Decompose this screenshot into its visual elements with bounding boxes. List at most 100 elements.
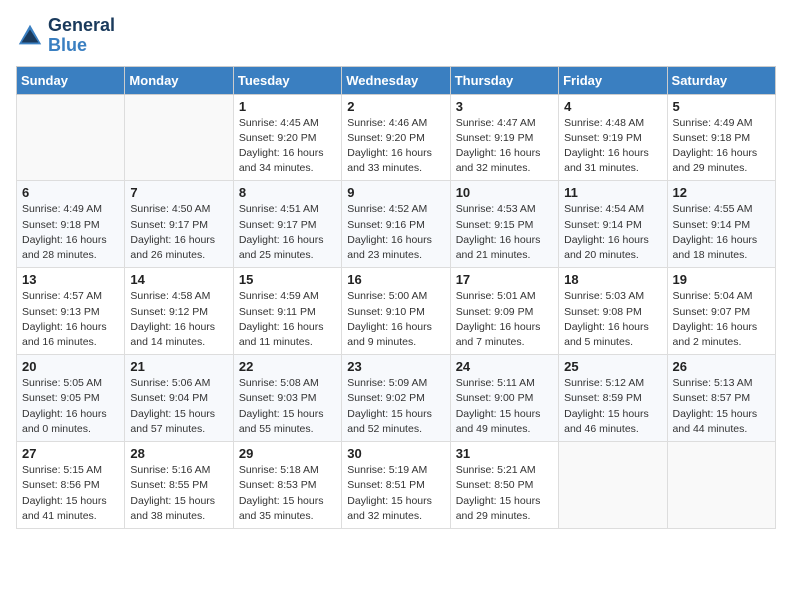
- calendar-cell: 29 Sunrise: 5:18 AM Sunset: 8:53 PM Dayli…: [233, 442, 341, 529]
- day-header-tuesday: Tuesday: [233, 66, 341, 94]
- day-header-saturday: Saturday: [667, 66, 775, 94]
- day-number: 24: [456, 359, 553, 374]
- day-detail: Sunrise: 5:05 AM Sunset: 9:05 PM Dayligh…: [22, 376, 119, 437]
- day-detail: Sunrise: 4:59 AM Sunset: 9:11 PM Dayligh…: [239, 289, 336, 350]
- day-detail: Sunrise: 4:57 AM Sunset: 9:13 PM Dayligh…: [22, 289, 119, 350]
- day-number: 20: [22, 359, 119, 374]
- calendar-cell: 13 Sunrise: 4:57 AM Sunset: 9:13 PM Dayli…: [17, 268, 125, 355]
- day-header-wednesday: Wednesday: [342, 66, 450, 94]
- day-number: 19: [673, 272, 770, 287]
- day-number: 9: [347, 185, 444, 200]
- calendar-cell: 15Sunrise: 4:59 AM Sunset: 9:11 PM Dayli…: [233, 268, 341, 355]
- day-detail: Sunrise: 4:49 AM Sunset: 9:18 PM Dayligh…: [673, 116, 770, 177]
- calendar-cell: 19 Sunrise: 5:04 AM Sunset: 9:07 PM Dayli…: [667, 268, 775, 355]
- calendar-cell: 22Sunrise: 5:08 AM Sunset: 9:03 PM Dayli…: [233, 355, 341, 442]
- day-detail: Sunrise: 5:00 AM Sunset: 9:10 PM Dayligh…: [347, 289, 444, 350]
- day-detail: Sunrise: 5:19 AM Sunset: 8:51 PM Dayligh…: [347, 463, 444, 524]
- day-detail: Sunrise: 5:04 AM Sunset: 9:07 PM Dayligh…: [673, 289, 770, 350]
- calendar-cell: [667, 442, 775, 529]
- calendar-cell: 17 Sunrise: 5:01 AM Sunset: 9:09 PM Dayli…: [450, 268, 558, 355]
- day-detail: Sunrise: 5:01 AM Sunset: 9:09 PM Dayligh…: [456, 289, 553, 350]
- calendar-cell: 9Sunrise: 4:52 AM Sunset: 9:16 PM Daylig…: [342, 181, 450, 268]
- calendar-cell: 27 Sunrise: 5:15 AM Sunset: 8:56 PM Dayli…: [17, 442, 125, 529]
- calendar-cell: 10 Sunrise: 4:53 AM Sunset: 9:15 PM Dayli…: [450, 181, 558, 268]
- calendar-cell: [125, 94, 233, 181]
- day-number: 2: [347, 99, 444, 114]
- week-row-3: 13 Sunrise: 4:57 AM Sunset: 9:13 PM Dayli…: [17, 268, 776, 355]
- day-number: 27: [22, 446, 119, 461]
- day-detail: Sunrise: 5:03 AM Sunset: 9:08 PM Dayligh…: [564, 289, 661, 350]
- day-detail: Sunrise: 5:12 AM Sunset: 8:59 PM Dayligh…: [564, 376, 661, 437]
- week-row-2: 6 Sunrise: 4:49 AM Sunset: 9:18 PM Daylig…: [17, 181, 776, 268]
- day-detail: Sunrise: 5:06 AM Sunset: 9:04 PM Dayligh…: [130, 376, 227, 437]
- day-number: 28: [130, 446, 227, 461]
- calendar-body: 1 Sunrise: 4:45 AM Sunset: 9:20 PM Daylig…: [17, 94, 776, 528]
- calendar-cell: 14Sunrise: 4:58 AM Sunset: 9:12 PM Dayli…: [125, 268, 233, 355]
- day-number: 31: [456, 446, 553, 461]
- calendar-cell: 24Sunrise: 5:11 AM Sunset: 9:00 PM Dayli…: [450, 355, 558, 442]
- day-header-monday: Monday: [125, 66, 233, 94]
- calendar-cell: 8 Sunrise: 4:51 AM Sunset: 9:17 PM Daylig…: [233, 181, 341, 268]
- week-row-5: 27 Sunrise: 5:15 AM Sunset: 8:56 PM Dayli…: [17, 442, 776, 529]
- calendar-cell: 20 Sunrise: 5:05 AM Sunset: 9:05 PM Dayli…: [17, 355, 125, 442]
- week-row-4: 20 Sunrise: 5:05 AM Sunset: 9:05 PM Dayli…: [17, 355, 776, 442]
- day-number: 17: [456, 272, 553, 287]
- day-detail: Sunrise: 5:21 AM Sunset: 8:50 PM Dayligh…: [456, 463, 553, 524]
- calendar-cell: 12Sunrise: 4:55 AM Sunset: 9:14 PM Dayli…: [667, 181, 775, 268]
- calendar-cell: 30Sunrise: 5:19 AM Sunset: 8:51 PM Dayli…: [342, 442, 450, 529]
- calendar-cell: 1 Sunrise: 4:45 AM Sunset: 9:20 PM Daylig…: [233, 94, 341, 181]
- calendar-cell: 2 Sunrise: 4:46 AM Sunset: 9:20 PM Daylig…: [342, 94, 450, 181]
- calendar-cell: 6 Sunrise: 4:49 AM Sunset: 9:18 PM Daylig…: [17, 181, 125, 268]
- calendar-cell: 4 Sunrise: 4:48 AM Sunset: 9:19 PM Daylig…: [559, 94, 667, 181]
- day-number: 5: [673, 99, 770, 114]
- logo-icon: [16, 22, 44, 50]
- day-header-sunday: Sunday: [17, 66, 125, 94]
- day-number: 12: [673, 185, 770, 200]
- day-detail: Sunrise: 5:15 AM Sunset: 8:56 PM Dayligh…: [22, 463, 119, 524]
- logo: General Blue: [16, 16, 115, 56]
- day-detail: Sunrise: 4:45 AM Sunset: 9:20 PM Dayligh…: [239, 116, 336, 177]
- calendar-cell: 18Sunrise: 5:03 AM Sunset: 9:08 PM Dayli…: [559, 268, 667, 355]
- day-number: 14: [130, 272, 227, 287]
- day-number: 26: [673, 359, 770, 374]
- calendar-header-row: SundayMondayTuesdayWednesdayThursdayFrid…: [17, 66, 776, 94]
- day-number: 6: [22, 185, 119, 200]
- day-number: 1: [239, 99, 336, 114]
- calendar-table: SundayMondayTuesdayWednesdayThursdayFrid…: [16, 66, 776, 529]
- day-detail: Sunrise: 4:49 AM Sunset: 9:18 PM Dayligh…: [22, 202, 119, 263]
- calendar-cell: 31 Sunrise: 5:21 AM Sunset: 8:50 PM Dayli…: [450, 442, 558, 529]
- calendar-cell: 28 Sunrise: 5:16 AM Sunset: 8:55 PM Dayli…: [125, 442, 233, 529]
- day-number: 25: [564, 359, 661, 374]
- day-number: 13: [22, 272, 119, 287]
- day-detail: Sunrise: 4:46 AM Sunset: 9:20 PM Dayligh…: [347, 116, 444, 177]
- day-number: 29: [239, 446, 336, 461]
- calendar-cell: 11Sunrise: 4:54 AM Sunset: 9:14 PM Dayli…: [559, 181, 667, 268]
- calendar-cell: [17, 94, 125, 181]
- calendar-cell: 25 Sunrise: 5:12 AM Sunset: 8:59 PM Dayli…: [559, 355, 667, 442]
- day-detail: Sunrise: 5:13 AM Sunset: 8:57 PM Dayligh…: [673, 376, 770, 437]
- day-number: 8: [239, 185, 336, 200]
- calendar-cell: 5 Sunrise: 4:49 AM Sunset: 9:18 PM Daylig…: [667, 94, 775, 181]
- day-detail: Sunrise: 5:18 AM Sunset: 8:53 PM Dayligh…: [239, 463, 336, 524]
- day-number: 7: [130, 185, 227, 200]
- day-number: 4: [564, 99, 661, 114]
- logo-text: General Blue: [48, 16, 115, 56]
- day-detail: Sunrise: 4:51 AM Sunset: 9:17 PM Dayligh…: [239, 202, 336, 263]
- day-number: 3: [456, 99, 553, 114]
- day-number: 22: [239, 359, 336, 374]
- day-header-thursday: Thursday: [450, 66, 558, 94]
- day-detail: Sunrise: 5:16 AM Sunset: 8:55 PM Dayligh…: [130, 463, 227, 524]
- day-number: 16: [347, 272, 444, 287]
- day-detail: Sunrise: 4:47 AM Sunset: 9:19 PM Dayligh…: [456, 116, 553, 177]
- calendar-cell: 7 Sunrise: 4:50 AM Sunset: 9:17 PM Daylig…: [125, 181, 233, 268]
- day-detail: Sunrise: 4:53 AM Sunset: 9:15 PM Dayligh…: [456, 202, 553, 263]
- day-detail: Sunrise: 4:50 AM Sunset: 9:17 PM Dayligh…: [130, 202, 227, 263]
- day-number: 10: [456, 185, 553, 200]
- calendar-cell: 26 Sunrise: 5:13 AM Sunset: 8:57 PM Dayli…: [667, 355, 775, 442]
- week-row-1: 1 Sunrise: 4:45 AM Sunset: 9:20 PM Daylig…: [17, 94, 776, 181]
- day-number: 23: [347, 359, 444, 374]
- day-detail: Sunrise: 4:48 AM Sunset: 9:19 PM Dayligh…: [564, 116, 661, 177]
- calendar-cell: 3 Sunrise: 4:47 AM Sunset: 9:19 PM Daylig…: [450, 94, 558, 181]
- calendar-cell: 21Sunrise: 5:06 AM Sunset: 9:04 PM Dayli…: [125, 355, 233, 442]
- calendar-cell: [559, 442, 667, 529]
